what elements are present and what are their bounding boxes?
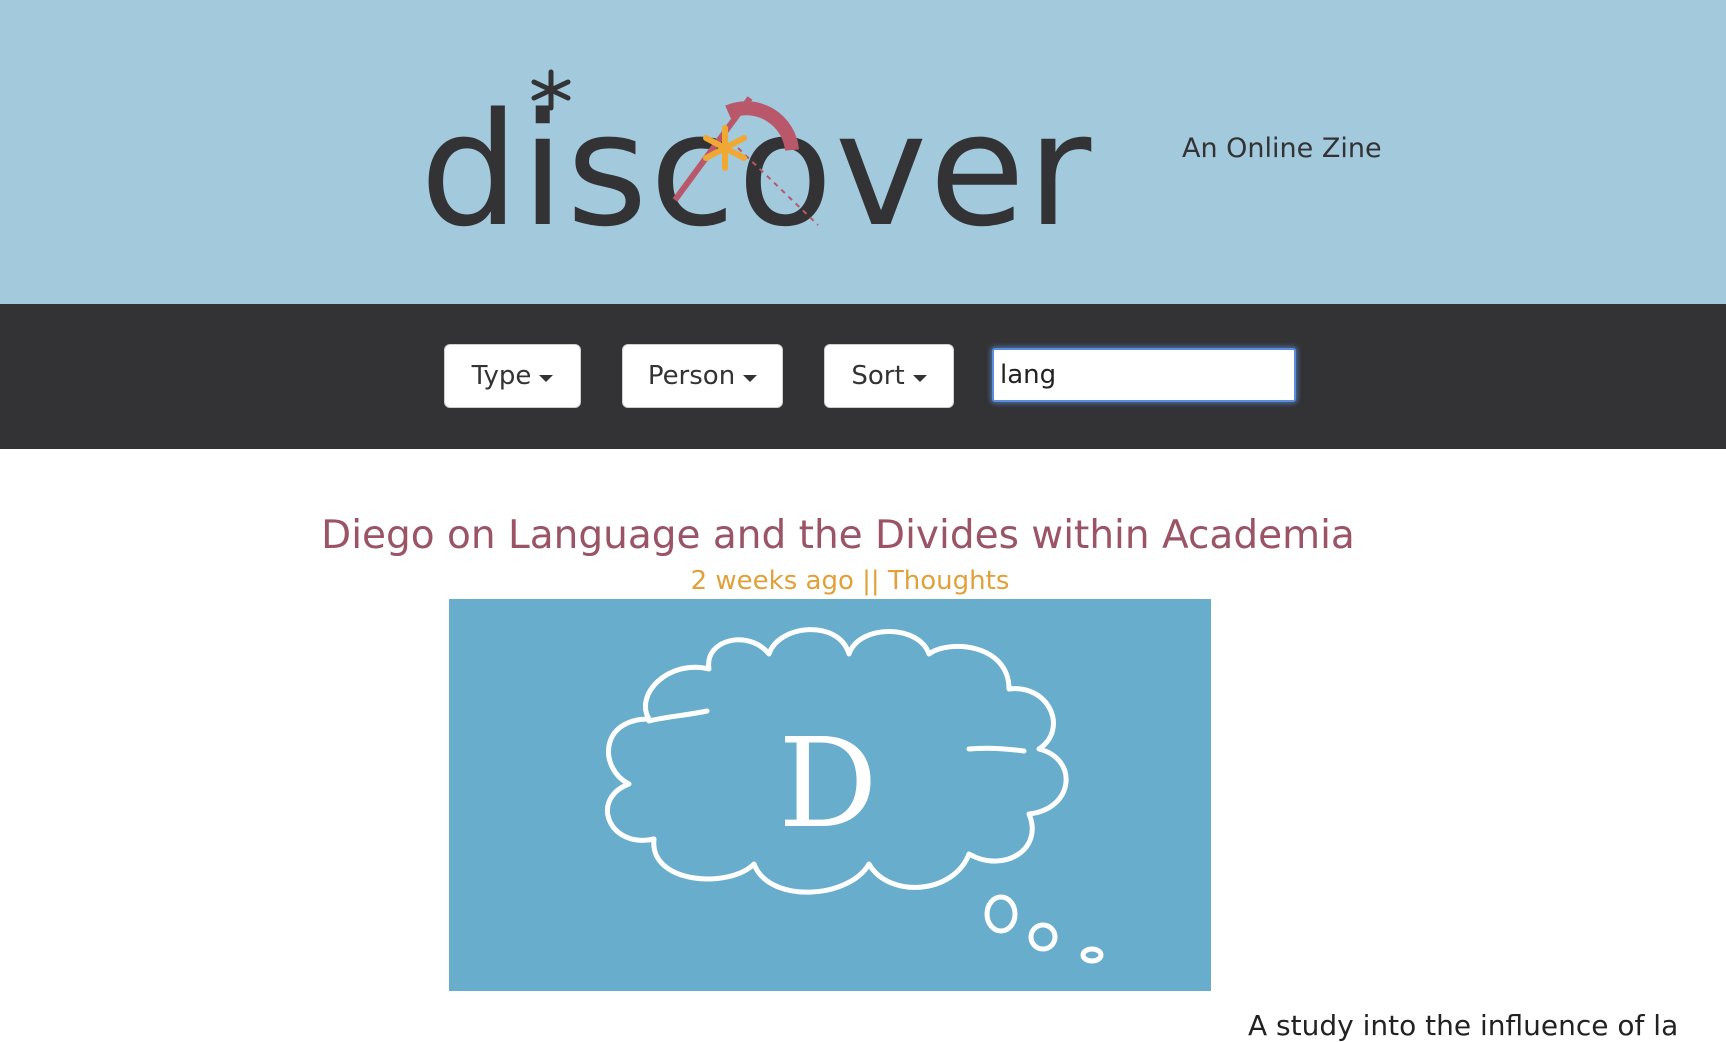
caret-down-icon bbox=[912, 374, 927, 382]
article-meta: 2 weeks ago || Thoughts bbox=[690, 566, 1010, 596]
sort-dropdown-label: Sort bbox=[851, 361, 905, 391]
site-header: discover An Online Zine bbox=[0, 0, 1726, 304]
logo-accent-dash bbox=[737, 147, 819, 226]
logo-asterisk-dark-icon bbox=[531, 69, 571, 111]
sort-dropdown[interactable]: Sort bbox=[824, 344, 954, 408]
article-excerpt: A study into the influence of la bbox=[1248, 1009, 1679, 1042]
person-dropdown[interactable]: Person bbox=[622, 344, 783, 408]
site-tagline: An Online Zine bbox=[1182, 133, 1382, 164]
article-thumbnail[interactable]: D bbox=[449, 599, 1211, 991]
thumbnail-letter: D bbox=[778, 712, 878, 856]
site-logo[interactable]: discover bbox=[420, 60, 1170, 261]
search-input[interactable] bbox=[992, 348, 1296, 402]
caret-down-icon bbox=[743, 374, 758, 382]
type-dropdown-label: Type bbox=[471, 361, 532, 391]
article-title[interactable]: Diego on Language and the Divides within… bbox=[0, 508, 1676, 564]
type-dropdown[interactable]: Type bbox=[444, 344, 581, 408]
filter-bar: Type Person Sort bbox=[0, 304, 1726, 449]
logo-graphic bbox=[531, 69, 819, 226]
caret-down-icon bbox=[539, 374, 554, 382]
person-dropdown-label: Person bbox=[647, 361, 736, 391]
